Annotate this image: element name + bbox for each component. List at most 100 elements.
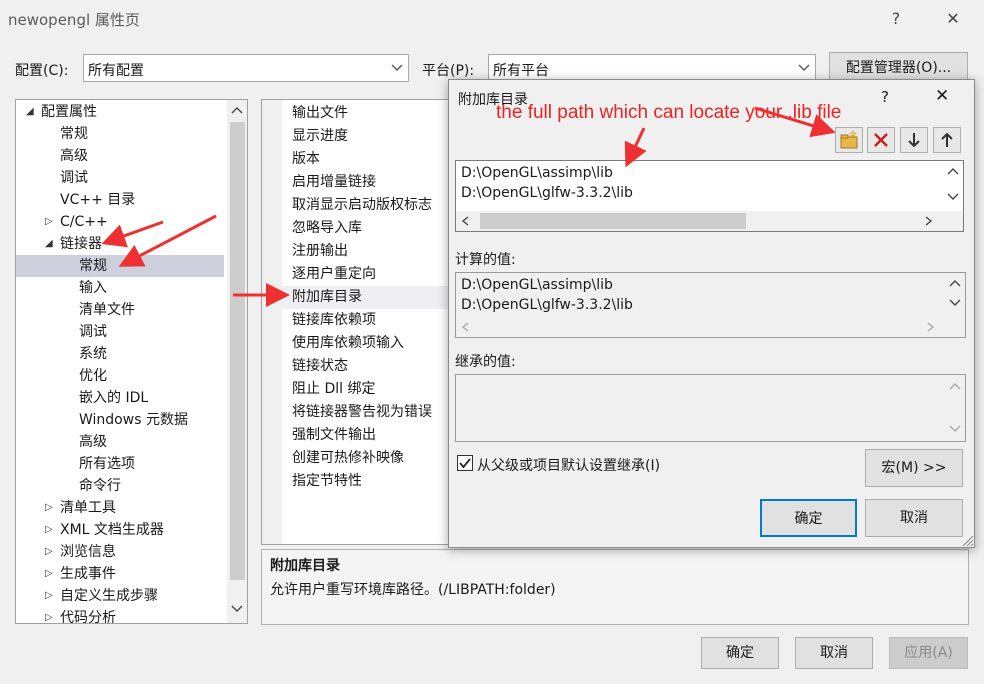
tree-item-label: 调试 <box>79 324 107 340</box>
tree-item[interactable]: 常规 <box>16 255 224 277</box>
collapse-icon[interactable]: ◢ <box>26 101 34 123</box>
tree-item-label: 系统 <box>79 346 107 362</box>
dialog-help-button[interactable]: ? <box>881 88 889 106</box>
property-item[interactable]: 取消显示启动版权标志 <box>282 194 450 217</box>
property-item[interactable]: 逐用户重定向 <box>282 263 450 286</box>
close-button[interactable]: ✕ <box>939 6 967 32</box>
checkmark-icon <box>459 458 471 469</box>
collapse-icon[interactable]: ◢ <box>45 233 53 255</box>
tree-item[interactable]: 清单文件 <box>16 299 224 321</box>
tree-item[interactable]: 高级 <box>16 431 224 453</box>
entry-line[interactable]: D:\OpenGL\assimp\lib <box>461 165 613 181</box>
cancel-button[interactable]: 取消 <box>795 637 873 669</box>
entries-editor[interactable]: D:\OpenGL\assimp\lib D:\OpenGL\glfw-3.3.… <box>455 160 964 232</box>
move-down-button[interactable] <box>900 127 928 153</box>
expand-icon[interactable]: ▷ <box>45 519 53 541</box>
help-button[interactable]: ? <box>882 6 910 32</box>
property-item[interactable]: 阻止 Dll 绑定 <box>282 378 450 401</box>
tree-item[interactable]: 系统 <box>16 343 224 365</box>
computed-line: D:\OpenGL\assimp\lib <box>461 277 613 293</box>
dialog-close-button[interactable]: ✕ <box>935 86 949 106</box>
property-item[interactable]: 创建可热修补映像 <box>282 447 450 470</box>
new-line-button[interactable] <box>835 127 863 153</box>
tree-item[interactable]: 高级 <box>16 145 224 167</box>
property-list[interactable]: 输出文件 显示进度 版本 启用增量链接 取消显示启动版权标志 忽略导入库 注册输出 逐用户重定… <box>261 99 451 545</box>
tree-item[interactable]: 常规 <box>16 123 224 145</box>
description-panel: 附加库目录 允许用户重写环境库路径。(/LIBPATH:folder) <box>261 549 969 625</box>
inherited-vscroll[interactable] <box>945 375 965 441</box>
inherit-checkbox[interactable] <box>457 455 473 471</box>
platform-dropdown[interactable]: 所有平台 <box>488 54 816 82</box>
tree-item[interactable]: 所有选项 <box>16 453 224 475</box>
tree-item[interactable]: ▷ 自定义生成步骤 <box>16 585 224 607</box>
property-item[interactable]: 启用增量链接 <box>282 171 450 194</box>
expand-icon[interactable]: ▷ <box>45 563 53 585</box>
property-item[interactable]: 注册输出 <box>282 240 450 263</box>
delete-x-icon <box>874 133 888 147</box>
property-item[interactable]: 忽略导入库 <box>282 217 450 240</box>
delete-button[interactable] <box>867 127 895 153</box>
tree-item-label: 高级 <box>60 148 88 164</box>
tree-item[interactable]: 嵌入的 IDL <box>16 387 224 409</box>
tree-item[interactable]: ▷ 浏览信息 <box>16 541 224 563</box>
tree-item[interactable]: ◢ 配置属性 <box>16 101 224 123</box>
tree-item[interactable]: ▷ XML 文档生成器 <box>16 519 224 541</box>
property-item[interactable]: 输出文件 <box>282 102 450 125</box>
tree-item[interactable]: ▷ 代码分析 <box>16 607 224 624</box>
expand-icon[interactable]: ▷ <box>45 607 53 623</box>
tree-scrollbar[interactable] <box>227 100 247 623</box>
tree-item[interactable]: 输入 <box>16 277 224 299</box>
computed-hscroll[interactable] <box>456 317 965 337</box>
property-item[interactable]: 版本 <box>282 148 450 171</box>
expand-icon[interactable]: ▷ <box>45 497 53 519</box>
tree-item-label: 输入 <box>79 280 107 296</box>
tree-item[interactable]: ▷ C/C++ <box>16 211 224 233</box>
tree-item[interactable]: Windows 元数据 <box>16 409 224 431</box>
property-item[interactable]: 链接库依赖项 <box>282 309 450 332</box>
tree-item-label: 代码分析 <box>60 610 116 624</box>
property-item[interactable]: 附加库目录 <box>282 286 450 309</box>
inherit-checkbox-label[interactable]: 从父级或项目默认设置继承(I) <box>477 455 660 475</box>
tree-item-label: 嵌入的 IDL <box>79 390 149 406</box>
description-text: 允许用户重写环境库路径。(/LIBPATH:folder) <box>270 582 556 598</box>
dialog-cancel-button[interactable]: 取消 <box>865 499 963 537</box>
scroll-up-icon <box>947 168 959 175</box>
apply-button[interactable]: 应用(A) <box>889 637 968 669</box>
expand-icon[interactable]: ▷ <box>45 541 53 563</box>
property-item[interactable]: 显示进度 <box>282 125 450 148</box>
hscroll-thumb[interactable] <box>480 213 746 229</box>
tree-item-label: XML 文档生成器 <box>60 522 164 538</box>
entries-vscroll[interactable] <box>943 161 963 211</box>
ok-button[interactable]: 确定 <box>701 637 779 669</box>
tree-item-label: 高级 <box>79 434 107 450</box>
tree-item[interactable]: ▷ 清单工具 <box>16 497 224 519</box>
property-item[interactable]: 链接状态 <box>282 355 450 378</box>
property-item[interactable]: 指定节特性 <box>282 470 450 493</box>
tree-item[interactable]: 调试 <box>16 167 224 189</box>
tree-item[interactable]: ◢ 链接器 <box>16 233 224 255</box>
config-dropdown[interactable]: 所有配置 <box>83 54 409 82</box>
macro-button[interactable]: 宏(M) >> <box>865 449 963 487</box>
computed-vscroll[interactable] <box>945 273 965 318</box>
tree-item[interactable]: 命令行 <box>16 475 224 497</box>
property-item[interactable]: 使用库依赖项输入 <box>282 332 450 355</box>
entries-hscroll[interactable] <box>456 211 963 231</box>
tree-item[interactable]: ▷ 生成事件 <box>16 563 224 585</box>
property-tree[interactable]: ◢ 配置属性 常规 高级 调试 VC++ 目录 ▷ C/C++ ◢ 链接器 常规 输入 清单文件 调试 系统… <box>15 99 248 624</box>
expand-icon[interactable]: ▷ <box>45 211 53 233</box>
platform-label: 平台(P): <box>422 63 475 79</box>
expand-icon[interactable]: ▷ <box>45 585 53 607</box>
tree-item[interactable]: 优化 <box>16 365 224 387</box>
property-item[interactable]: 将链接器警告视为错误 <box>282 401 450 424</box>
computed-label: 计算的值: <box>455 252 516 268</box>
property-item[interactable]: 强制文件输出 <box>282 424 450 447</box>
tree-item[interactable]: 调试 <box>16 321 224 343</box>
move-up-button[interactable] <box>933 127 961 153</box>
arrow-down-icon <box>908 133 920 148</box>
library-dirs-dialog: 附加库目录 ? ✕ D:\OpenGL\assimp\lib D:\OpenGL… <box>448 79 975 548</box>
dialog-ok-button[interactable]: 确定 <box>760 499 857 537</box>
entry-line[interactable]: D:\OpenGL\glfw-3.3.2\lib <box>461 185 633 201</box>
scroll-thumb[interactable] <box>230 122 245 580</box>
tree-item[interactable]: VC++ 目录 <box>16 189 224 211</box>
scroll-up-icon <box>949 383 961 390</box>
